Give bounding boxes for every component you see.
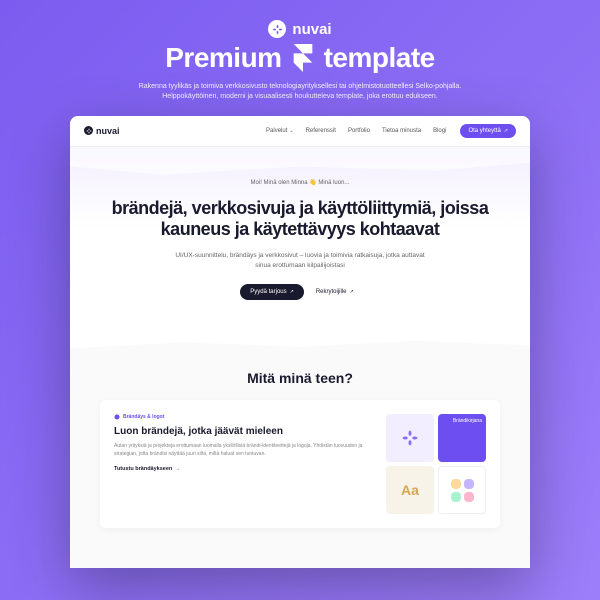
wave-icon: 👋	[309, 180, 316, 186]
section-title: Mitä minä teen?	[100, 370, 500, 386]
hero-greeting: Moi! Minä olen Minna 👋 Minä luon...	[100, 179, 500, 186]
preview-tile-typography: Aa	[386, 466, 434, 514]
preview-tile-logo	[386, 414, 434, 462]
card-desc: Autan yrityksiä ja projekteja erottumaan…	[114, 443, 370, 458]
arrow-icon: ↗	[290, 289, 294, 295]
subtitle: Rakenna tyylikäs ja toimiva verkkosivust…	[110, 82, 490, 102]
hero-sub: UI/UX-suunnittelu, brändäys ja verkkosiv…	[170, 251, 430, 271]
card-preview-grid: Brändikirjana Aa	[386, 414, 486, 514]
title-right: template	[324, 42, 435, 74]
nav-item-palvelut[interactable]: Palvelut⌄	[266, 128, 294, 134]
hero-section: Moi! Minä olen Minna 👋 Minä luon... brän…	[70, 147, 530, 351]
hero-heading: brändejä, verkkosivuja ja käyttöliittymi…	[100, 198, 500, 241]
website-mockup: nuvai Palvelut⌄ Referenssit Portfolio Ti…	[70, 116, 530, 569]
palette-icon	[114, 414, 120, 420]
services-section: Mitä minä teen? Brändäys & logot Luon br…	[70, 350, 530, 568]
flower-icon	[84, 126, 93, 135]
preview-tile-colors	[438, 466, 486, 514]
page-title: Premium template	[165, 42, 434, 74]
hero-buttons: Pyydä tarjous ↗ Rekrytoijille ↗	[100, 284, 500, 300]
arrow-icon: ↗	[350, 289, 354, 295]
nav-cta-button[interactable]: Ota yhteyttä ↗	[460, 124, 516, 138]
service-card: Brändäys & logot Luon brändejä, jotka jä…	[100, 400, 500, 528]
nav-menu: Palvelut⌄ Referenssit Portfolio Tietoa m…	[266, 128, 446, 134]
title-left: Premium	[165, 42, 281, 74]
arrow-icon: ↗	[504, 128, 508, 134]
nav-item-blogi[interactable]: Blogi	[433, 128, 446, 134]
nav-item-referenssit[interactable]: Referenssit	[306, 128, 336, 134]
brand-name: nuvai	[292, 21, 331, 38]
nav-bar: nuvai Palvelut⌄ Referenssit Portfolio Ti…	[70, 116, 530, 147]
preview-tile-brandbook: Brändikirjana	[438, 414, 486, 462]
secondary-button[interactable]: Rekrytoijille ↗	[310, 284, 360, 300]
nav-item-portfolio[interactable]: Portfolio	[348, 128, 370, 134]
framer-icon	[292, 44, 314, 72]
nav-logo[interactable]: nuvai	[84, 126, 120, 136]
primary-button[interactable]: Pyydä tarjous ↗	[240, 284, 304, 300]
nav-item-tietoa[interactable]: Tietoa minusta	[382, 128, 421, 134]
flower-icon	[268, 20, 286, 38]
card-title: Luon brändejä, jotka jäävät mieleen	[114, 426, 370, 437]
card-tag: Brändäys & logot	[114, 414, 370, 420]
brand-logo: nuvai	[268, 20, 331, 38]
arrow-icon: →	[175, 466, 180, 472]
card-link[interactable]: Tutustu brändäykseen →	[114, 466, 370, 472]
nav-logo-text: nuvai	[96, 126, 120, 136]
chevron-down-icon: ⌄	[289, 128, 293, 134]
